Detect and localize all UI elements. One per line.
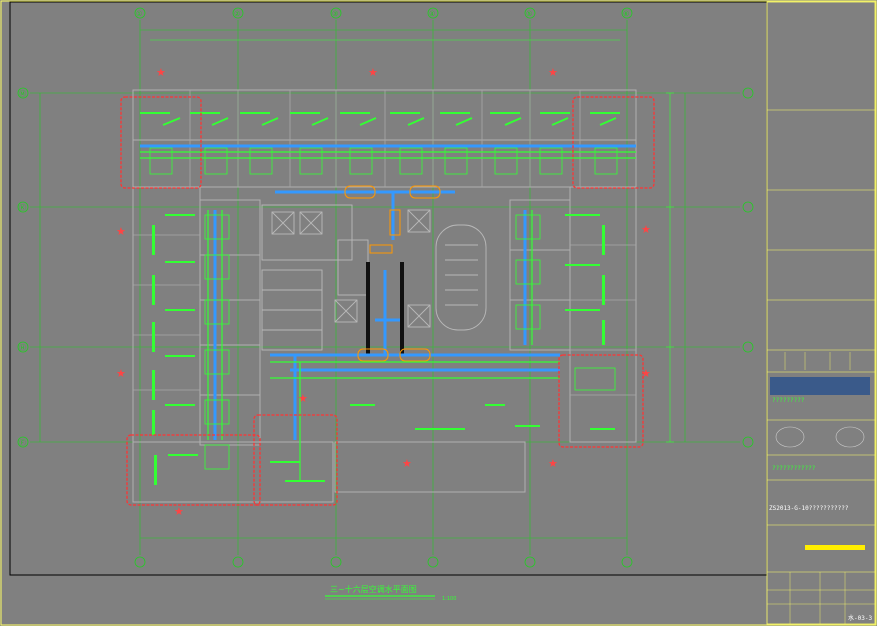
sheet-number: 水-03-3 (848, 614, 872, 622)
svg-text:Ⓕ: Ⓕ (19, 439, 26, 447)
svg-text:④: ④ (429, 10, 435, 18)
svg-text:★: ★ (402, 457, 412, 470)
project-name-line: ???????????? (772, 465, 816, 472)
svg-text:②: ② (234, 10, 240, 18)
svg-text:★: ★ (298, 392, 308, 405)
project-code: ZS2013-G-10??????????? (769, 505, 849, 512)
company-line: ????????? (772, 397, 805, 404)
svg-text:③: ③ (332, 10, 338, 18)
company-logo (770, 377, 870, 395)
svg-text:★: ★ (368, 66, 378, 79)
svg-text:★: ★ (641, 367, 651, 380)
drawing-title: 三~十六层空调水平面图 (330, 584, 417, 594)
svg-text:★: ★ (548, 457, 558, 470)
svg-text:★: ★ (174, 505, 184, 518)
title-block: ????????? ???????????? ZS2013-G-10??????… (766, 1, 876, 625)
svg-text:★: ★ (641, 223, 651, 236)
cad-drawing-sheet: ????????? ???????????? ZS2013-G-10??????… (0, 0, 877, 626)
svg-text:★: ★ (116, 367, 126, 380)
svg-text:①: ① (136, 10, 142, 18)
shaft-black (366, 262, 370, 354)
svg-text:⑥: ⑥ (623, 10, 629, 18)
svg-text:Ⓜ: Ⓜ (19, 90, 26, 98)
drawing-scale: 1:100 (442, 596, 456, 602)
svg-text:★: ★ (116, 225, 126, 238)
status-bar-yellow (805, 545, 865, 550)
svg-text:★: ★ (548, 66, 558, 79)
svg-text:Ⓗ: Ⓗ (19, 344, 26, 352)
svg-text:⑤: ⑤ (526, 10, 532, 18)
shaft-black-2 (400, 262, 404, 354)
svg-text:★: ★ (156, 66, 166, 79)
svg-text:Ⓚ: Ⓚ (19, 204, 26, 212)
